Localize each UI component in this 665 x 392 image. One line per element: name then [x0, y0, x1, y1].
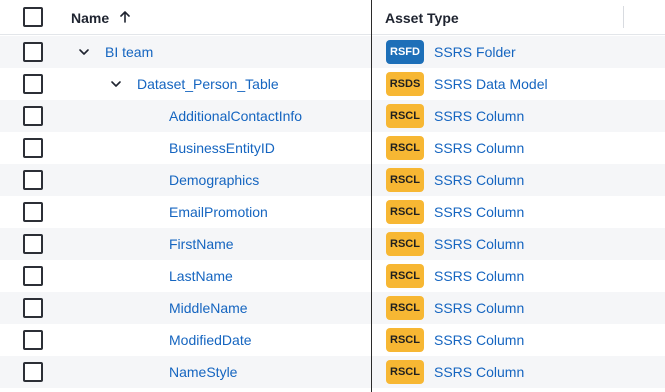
select-all-checkbox[interactable]: [23, 7, 43, 27]
row-checkbox[interactable]: [23, 74, 43, 94]
row-checkbox[interactable]: [23, 42, 43, 62]
table-row[interactable]: BI team RSFD SSRS Folder: [0, 36, 665, 68]
asset-type-link[interactable]: SSRS Column: [434, 268, 524, 284]
asset-table: Name Asset Type BI team RSFD SSRS Folder…: [0, 0, 665, 392]
asset-type-badge: RSDS: [386, 72, 424, 96]
asset-type-badge: RSCL: [386, 296, 424, 320]
asset-type-link[interactable]: SSRS Column: [434, 108, 524, 124]
asset-name-link[interactable]: Dataset_Person_Table: [137, 76, 279, 92]
table-row[interactable]: LastName RSCL SSRS Column: [0, 260, 665, 292]
asset-name-link[interactable]: FirstName: [169, 236, 234, 252]
asset-type-badge: RSFD: [386, 40, 424, 64]
asset-type-link[interactable]: SSRS Column: [434, 140, 524, 156]
row-checkbox[interactable]: [23, 234, 43, 254]
table-row[interactable]: ModifiedDate RSCL SSRS Column: [0, 324, 665, 356]
asset-type-link[interactable]: SSRS Data Model: [434, 76, 548, 92]
asset-type-link[interactable]: SSRS Column: [434, 236, 524, 252]
asset-type-link[interactable]: SSRS Folder: [434, 44, 516, 60]
asset-type-link[interactable]: SSRS Column: [434, 332, 524, 348]
asset-name-link[interactable]: BusinessEntityID: [169, 140, 275, 156]
table-row[interactable]: BusinessEntityID RSCL SSRS Column: [0, 132, 665, 164]
asset-name-link[interactable]: NameStyle: [169, 364, 237, 380]
name-column-header[interactable]: Name: [71, 10, 109, 26]
asset-type-badge: RSCL: [386, 232, 424, 256]
table-row[interactable]: MiddleName RSCL SSRS Column: [0, 292, 665, 324]
asset-name-link[interactable]: BI team: [105, 44, 153, 60]
asset-type-badge: RSCL: [386, 168, 424, 192]
row-checkbox[interactable]: [23, 266, 43, 286]
table-row[interactable]: Demographics RSCL SSRS Column: [0, 164, 665, 196]
row-checkbox[interactable]: [23, 298, 43, 318]
asset-type-badge: RSCL: [386, 264, 424, 288]
row-checkbox[interactable]: [23, 138, 43, 158]
column-resize-handle[interactable]: [623, 6, 624, 28]
row-checkbox[interactable]: [23, 202, 43, 222]
table-row[interactable]: EmailPromotion RSCL SSRS Column: [0, 196, 665, 228]
asset-type-badge: RSCL: [386, 328, 424, 352]
row-checkbox[interactable]: [23, 362, 43, 382]
column-divider[interactable]: [371, 0, 372, 392]
asset-type-badge: RSCL: [386, 104, 424, 128]
asset-type-link[interactable]: SSRS Column: [434, 364, 524, 380]
asset-type-link[interactable]: SSRS Column: [434, 300, 524, 316]
asset-type-badge: RSCL: [386, 136, 424, 160]
chevron-down-icon[interactable]: [78, 46, 90, 58]
chevron-down-icon[interactable]: [110, 78, 122, 90]
arrow-up-icon[interactable]: [118, 10, 132, 24]
row-checkbox[interactable]: [23, 170, 43, 190]
table-row[interactable]: NameStyle RSCL SSRS Column: [0, 356, 665, 388]
row-checkbox[interactable]: [23, 330, 43, 350]
asset-type-badge: RSCL: [386, 360, 424, 384]
asset-type-column-header[interactable]: Asset Type: [385, 10, 459, 26]
table-row[interactable]: FirstName RSCL SSRS Column: [0, 228, 665, 260]
table-row[interactable]: Dataset_Person_Table RSDS SSRS Data Mode…: [0, 68, 665, 100]
asset-name-link[interactable]: AdditionalContactInfo: [169, 108, 302, 124]
asset-name-link[interactable]: ModifiedDate: [169, 332, 252, 348]
asset-type-link[interactable]: SSRS Column: [434, 204, 524, 220]
table-header: Name Asset Type: [0, 0, 665, 35]
asset-name-link[interactable]: LastName: [169, 268, 233, 284]
asset-type-link[interactable]: SSRS Column: [434, 172, 524, 188]
asset-name-link[interactable]: Demographics: [169, 172, 259, 188]
asset-name-link[interactable]: EmailPromotion: [169, 204, 268, 220]
asset-type-badge: RSCL: [386, 200, 424, 224]
table-row[interactable]: AdditionalContactInfo RSCL SSRS Column: [0, 100, 665, 132]
row-checkbox[interactable]: [23, 106, 43, 126]
asset-name-link[interactable]: MiddleName: [169, 300, 248, 316]
